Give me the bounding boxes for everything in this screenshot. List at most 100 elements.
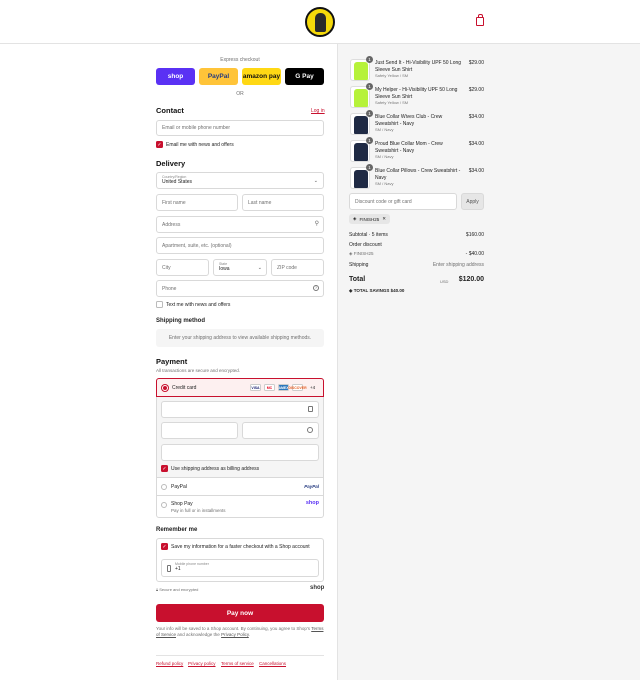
credit-card-option[interactable]: Credit card VISA MC AMEX DISCOVER +4 [156,378,324,397]
express-button[interactable]: amazon pay [242,68,281,85]
lock-icon [308,406,313,412]
product-price: $34.00 [468,114,484,120]
text-checkbox[interactable] [156,301,163,308]
shoppay-sub: Pay in full or in installments [171,508,226,513]
total-label: Total [349,276,366,283]
express-button[interactable]: PayPal [199,68,238,85]
subtotal-label: Subtotal · 5 items [349,232,388,238]
footer-link[interactable]: Terms of service [221,661,254,666]
currency-label: USD [440,279,449,284]
shirt-thumbnail [354,116,368,134]
quantity-badge: 1 [366,137,373,144]
quantity-badge: 1 [366,56,373,63]
shirt-thumbnail [354,143,368,161]
cart-icon[interactable] [476,14,484,26]
mobile-field[interactable]: Mobile phone number +1 [161,559,319,577]
express-button[interactable]: G Pay [285,68,324,85]
last-name-placeholder: Last name [248,199,272,206]
shoppay-label: Shop Pay [171,501,193,507]
card-number-field[interactable] [161,401,319,418]
phone-placeholder: Phone [162,285,177,292]
savings-value: $40.00 [390,288,405,293]
store-logo[interactable] [305,7,335,37]
apartment-field[interactable]: Apartment, suite, etc. (optional) [156,237,324,254]
first-name-field[interactable]: First name [156,194,238,211]
name-on-card-field[interactable] [161,444,319,461]
discount-field[interactable]: Discount code or gift card [349,193,457,210]
more-cards: +4 [310,385,316,390]
product-variant: SM / Navy [375,127,394,132]
shoppay-logo: shop [305,500,319,506]
secure-label: Secure and encrypted [159,587,199,592]
header [0,0,640,44]
shoppay-option[interactable]: Shop Pay Pay in full or in installments … [157,495,323,517]
express-checkout-title: Express checkout [220,57,260,63]
card-logo: DISCOVER [288,384,307,391]
city-field[interactable]: City [156,259,209,276]
total-savings: ◈ TOTAL SAVINGS $40.00 [349,288,404,294]
apply-button[interactable]: Apply [461,193,484,210]
close-icon[interactable]: ✕ [382,216,386,222]
help-icon[interactable]: ? [313,285,319,291]
phone-icon [167,565,171,572]
product-variant: Safety Yellow / SM [375,100,409,105]
expiry-field[interactable] [161,422,238,439]
billing-checkbox[interactable]: ✓ [161,465,168,472]
delivery-heading: Delivery [156,159,186,168]
subtotal-value: $160.00 [465,232,484,238]
zip-field[interactable]: ZIP code [271,259,324,276]
discount-value: - $40.00 [465,251,484,257]
product-price: $29.00 [468,87,484,93]
shirt-thumbnail [354,170,368,188]
news-label: Email me with news and offers [166,142,234,148]
logo-figure [315,13,326,32]
billing-label: Use shipping address as billing address [171,466,260,472]
shipping-value: Enter shipping address [432,262,484,268]
country-select[interactable]: Country/Region United States ⌄ [156,172,324,189]
credit-card-label: Credit card [172,385,197,391]
search-icon: ⚲ [314,221,319,227]
shop-logo: shop [310,585,325,591]
footer-link[interactable]: Refund policy [156,661,183,666]
state-value: Iowa [219,266,230,272]
legal-text-1: Your info will be saved to a Shop accoun… [156,626,311,631]
country-value: United States [162,179,193,185]
shipping-label: Shipping [349,262,369,268]
legal-text-2: and acknowledge the [177,632,220,637]
product-price: $29.00 [468,60,484,66]
paypal-option[interactable]: PayPal PayPal [157,477,323,495]
radio-selected-icon [162,385,168,391]
security-code-field[interactable] [242,422,319,439]
address-placeholder: Address [162,221,181,228]
footer-link[interactable]: Cancellations [259,661,286,666]
news-checkbox[interactable]: ✓ [156,141,163,148]
product-name: Blue Collar Pillows - Crew Sweatshirt - … [375,168,461,181]
card-logo: MC [264,384,275,391]
express-button[interactable]: shop [156,68,195,85]
radio-icon [161,484,167,490]
tag-icon: ◈ [353,216,357,221]
save-info-checkbox[interactable]: ✓ [161,543,168,550]
legal-end: . [248,632,251,637]
card-logo: VISA [250,384,261,391]
pay-now-button[interactable]: Pay now [156,604,324,622]
email-field[interactable]: Email or mobile phone number [156,120,324,136]
payment-subtitle: All transactions are secure and encrypte… [156,368,241,373]
quantity-badge: 1 [366,83,373,90]
address-field[interactable]: Address ⚲ [156,216,324,233]
state-select[interactable]: State Iowa ⌄ [213,259,267,276]
footer-link[interactable]: Privacy policy [188,661,216,666]
privacy-link[interactable]: Privacy Policy [221,632,249,637]
help-icon[interactable] [307,427,313,433]
product-variant: SM / Navy [375,181,394,186]
chevron-down-icon: ⌄ [257,265,262,271]
secure-text: 🔒︎ Secure and encrypted [156,587,198,592]
email-placeholder: Email or mobile phone number [162,125,231,131]
discount-code-label: FINISH25 [353,251,374,256]
last-name-field[interactable]: Last name [242,194,324,211]
login-link[interactable]: Log in [311,108,325,114]
payment-heading: Payment [156,357,188,366]
paypal-logo: PayPal [304,484,319,489]
paypal-label: PayPal [171,484,187,490]
phone-field[interactable]: Phone ? [156,280,324,297]
